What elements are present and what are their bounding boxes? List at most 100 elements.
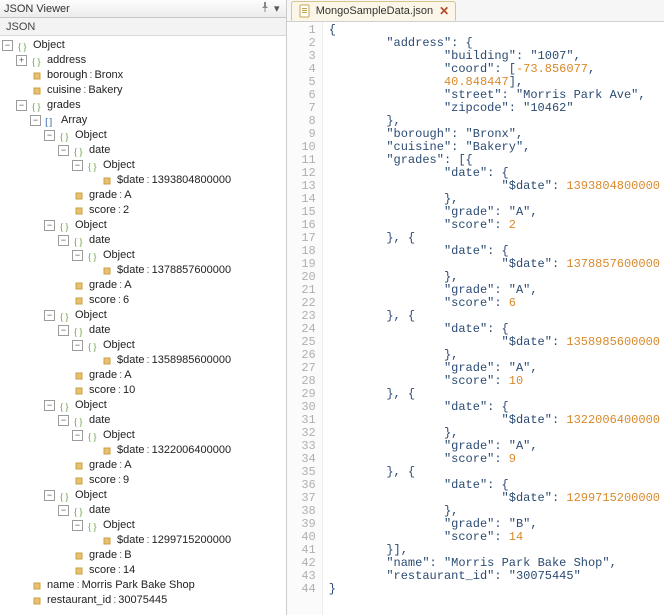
expander-icon[interactable]: − [72,520,83,531]
tree-row[interactable]: −{}Object [2,428,284,443]
leaf-icon [72,279,86,293]
tree-row[interactable]: name:Morris Park Bake Shop [2,578,284,593]
object-icon: {} [72,414,86,428]
svg-text:{}: {} [31,56,42,67]
svg-text:{}: {} [73,506,84,517]
close-icon[interactable]: ✕ [439,4,449,18]
tree-row[interactable]: +{}address [2,53,284,68]
tree-row[interactable]: −{}date [2,503,284,518]
json-viewer-pane: JSON Viewer ▾ JSON −{}Object+{}addressbo… [0,0,287,615]
tree-row[interactable]: $date:1299715200000 [2,533,284,548]
tab-mongosampledata[interactable]: MongoSampleData.json ✕ [291,1,456,21]
svg-text:{}: {} [87,161,98,172]
tree-row[interactable]: grade:A [2,188,284,203]
svg-text:{}: {} [59,131,70,142]
expander-icon[interactable]: − [58,325,69,336]
code-editor[interactable]: 1234567891011121314151617181920212223242… [287,22,664,615]
leaf-icon [72,564,86,578]
tree-row[interactable]: −{}date [2,233,284,248]
expander-icon[interactable]: − [72,340,83,351]
expander-icon[interactable]: − [58,505,69,516]
tree-row[interactable]: −{}Object [2,488,284,503]
tree-row[interactable]: grade:B [2,548,284,563]
tree-row[interactable]: −{}Object [2,158,284,173]
tree-row[interactable]: cuisine:Bakery [2,83,284,98]
leaf-icon [100,534,114,548]
tree-row[interactable]: −{}Object [2,398,284,413]
tree-row[interactable]: borough:Bronx [2,68,284,83]
tab-bar: MongoSampleData.json ✕ [287,0,664,22]
object-icon: {} [58,219,72,233]
tree-row[interactable]: −{}Object [2,308,284,323]
tree-row[interactable]: −{}date [2,143,284,158]
tree-row[interactable]: −{}Object [2,248,284,263]
tree-row[interactable]: $date:1378857600000 [2,263,284,278]
leaf-icon [72,189,86,203]
tree-row[interactable]: −{}Object [2,338,284,353]
tree-row[interactable]: −{}Object [2,128,284,143]
expander-icon[interactable]: − [44,490,55,501]
tree-row[interactable]: score:14 [2,563,284,578]
object-icon: {} [58,489,72,503]
array-icon: [] [44,114,58,128]
line-number-gutter: 1234567891011121314151617181920212223242… [287,22,323,615]
object-icon: {} [58,399,72,413]
object-icon: {} [86,159,100,173]
tree-row[interactable]: score:9 [2,473,284,488]
expander-icon[interactable]: − [44,130,55,141]
pin-icon[interactable] [258,2,272,15]
tree-row[interactable]: grade:A [2,458,284,473]
expander-icon[interactable]: − [44,310,55,321]
object-icon: {} [30,54,44,68]
tree-row[interactable]: grade:A [2,278,284,293]
expander-icon[interactable]: − [2,40,13,51]
tree-row[interactable]: −{}grades [2,98,284,113]
tree-column-header[interactable]: JSON [0,18,286,36]
code-area[interactable]: { "address": { "building": "1007", "coor… [323,22,664,615]
tree-row[interactable]: restaurant_id:30075445 [2,593,284,608]
tree-row[interactable]: −{}Object [2,38,284,53]
leaf-icon [30,69,44,83]
leaf-icon [100,174,114,188]
json-viewer-titlebar: JSON Viewer ▾ [0,0,286,18]
tree-row[interactable]: −{}Object [2,518,284,533]
chevron-down-icon[interactable]: ▾ [272,2,282,15]
tree-row[interactable]: score:6 [2,293,284,308]
tree-row[interactable]: score:2 [2,203,284,218]
tree-row[interactable]: score:10 [2,383,284,398]
expander-icon[interactable]: − [44,400,55,411]
code-line[interactable]: "restaurant_id": "30075445" [329,570,660,583]
expander-icon[interactable]: − [30,115,41,126]
expander-icon[interactable]: − [58,415,69,426]
code-line[interactable]: } [329,583,660,596]
tree-row[interactable]: −{}date [2,323,284,338]
tab-label: MongoSampleData.json [316,5,433,17]
tree-row[interactable]: $date:1358985600000 [2,353,284,368]
tree-row[interactable]: −{}Object [2,218,284,233]
expander-icon[interactable]: − [58,145,69,156]
leaf-icon [100,444,114,458]
svg-text:{}: {} [87,251,98,262]
tree-row[interactable]: −{}date [2,413,284,428]
tree-row[interactable]: $date:1393804800000 [2,173,284,188]
expander-icon[interactable]: + [16,55,27,66]
tree-row[interactable]: −[]Array [2,113,284,128]
json-tree[interactable]: −{}Object+{}addressborough:Bronxcuisine:… [0,36,286,615]
object-icon: {} [58,309,72,323]
expander-icon[interactable]: − [58,235,69,246]
workspace: JSON Viewer ▾ JSON −{}Object+{}addressbo… [0,0,664,615]
expander-icon[interactable]: − [72,250,83,261]
tree-row[interactable]: grade:A [2,368,284,383]
expander-icon[interactable]: − [72,160,83,171]
tree-row[interactable]: $date:1322006400000 [2,443,284,458]
expander-icon[interactable]: − [72,430,83,441]
leaf-icon [100,354,114,368]
svg-text:{}: {} [73,146,84,157]
expander-icon[interactable]: − [16,100,27,111]
leaf-icon [100,264,114,278]
expander-icon[interactable]: − [44,220,55,231]
svg-text:{}: {} [87,521,98,532]
svg-text:{}: {} [87,341,98,352]
editor-pane: MongoSampleData.json ✕ 12345678910111213… [287,0,664,615]
leaf-icon [30,84,44,98]
